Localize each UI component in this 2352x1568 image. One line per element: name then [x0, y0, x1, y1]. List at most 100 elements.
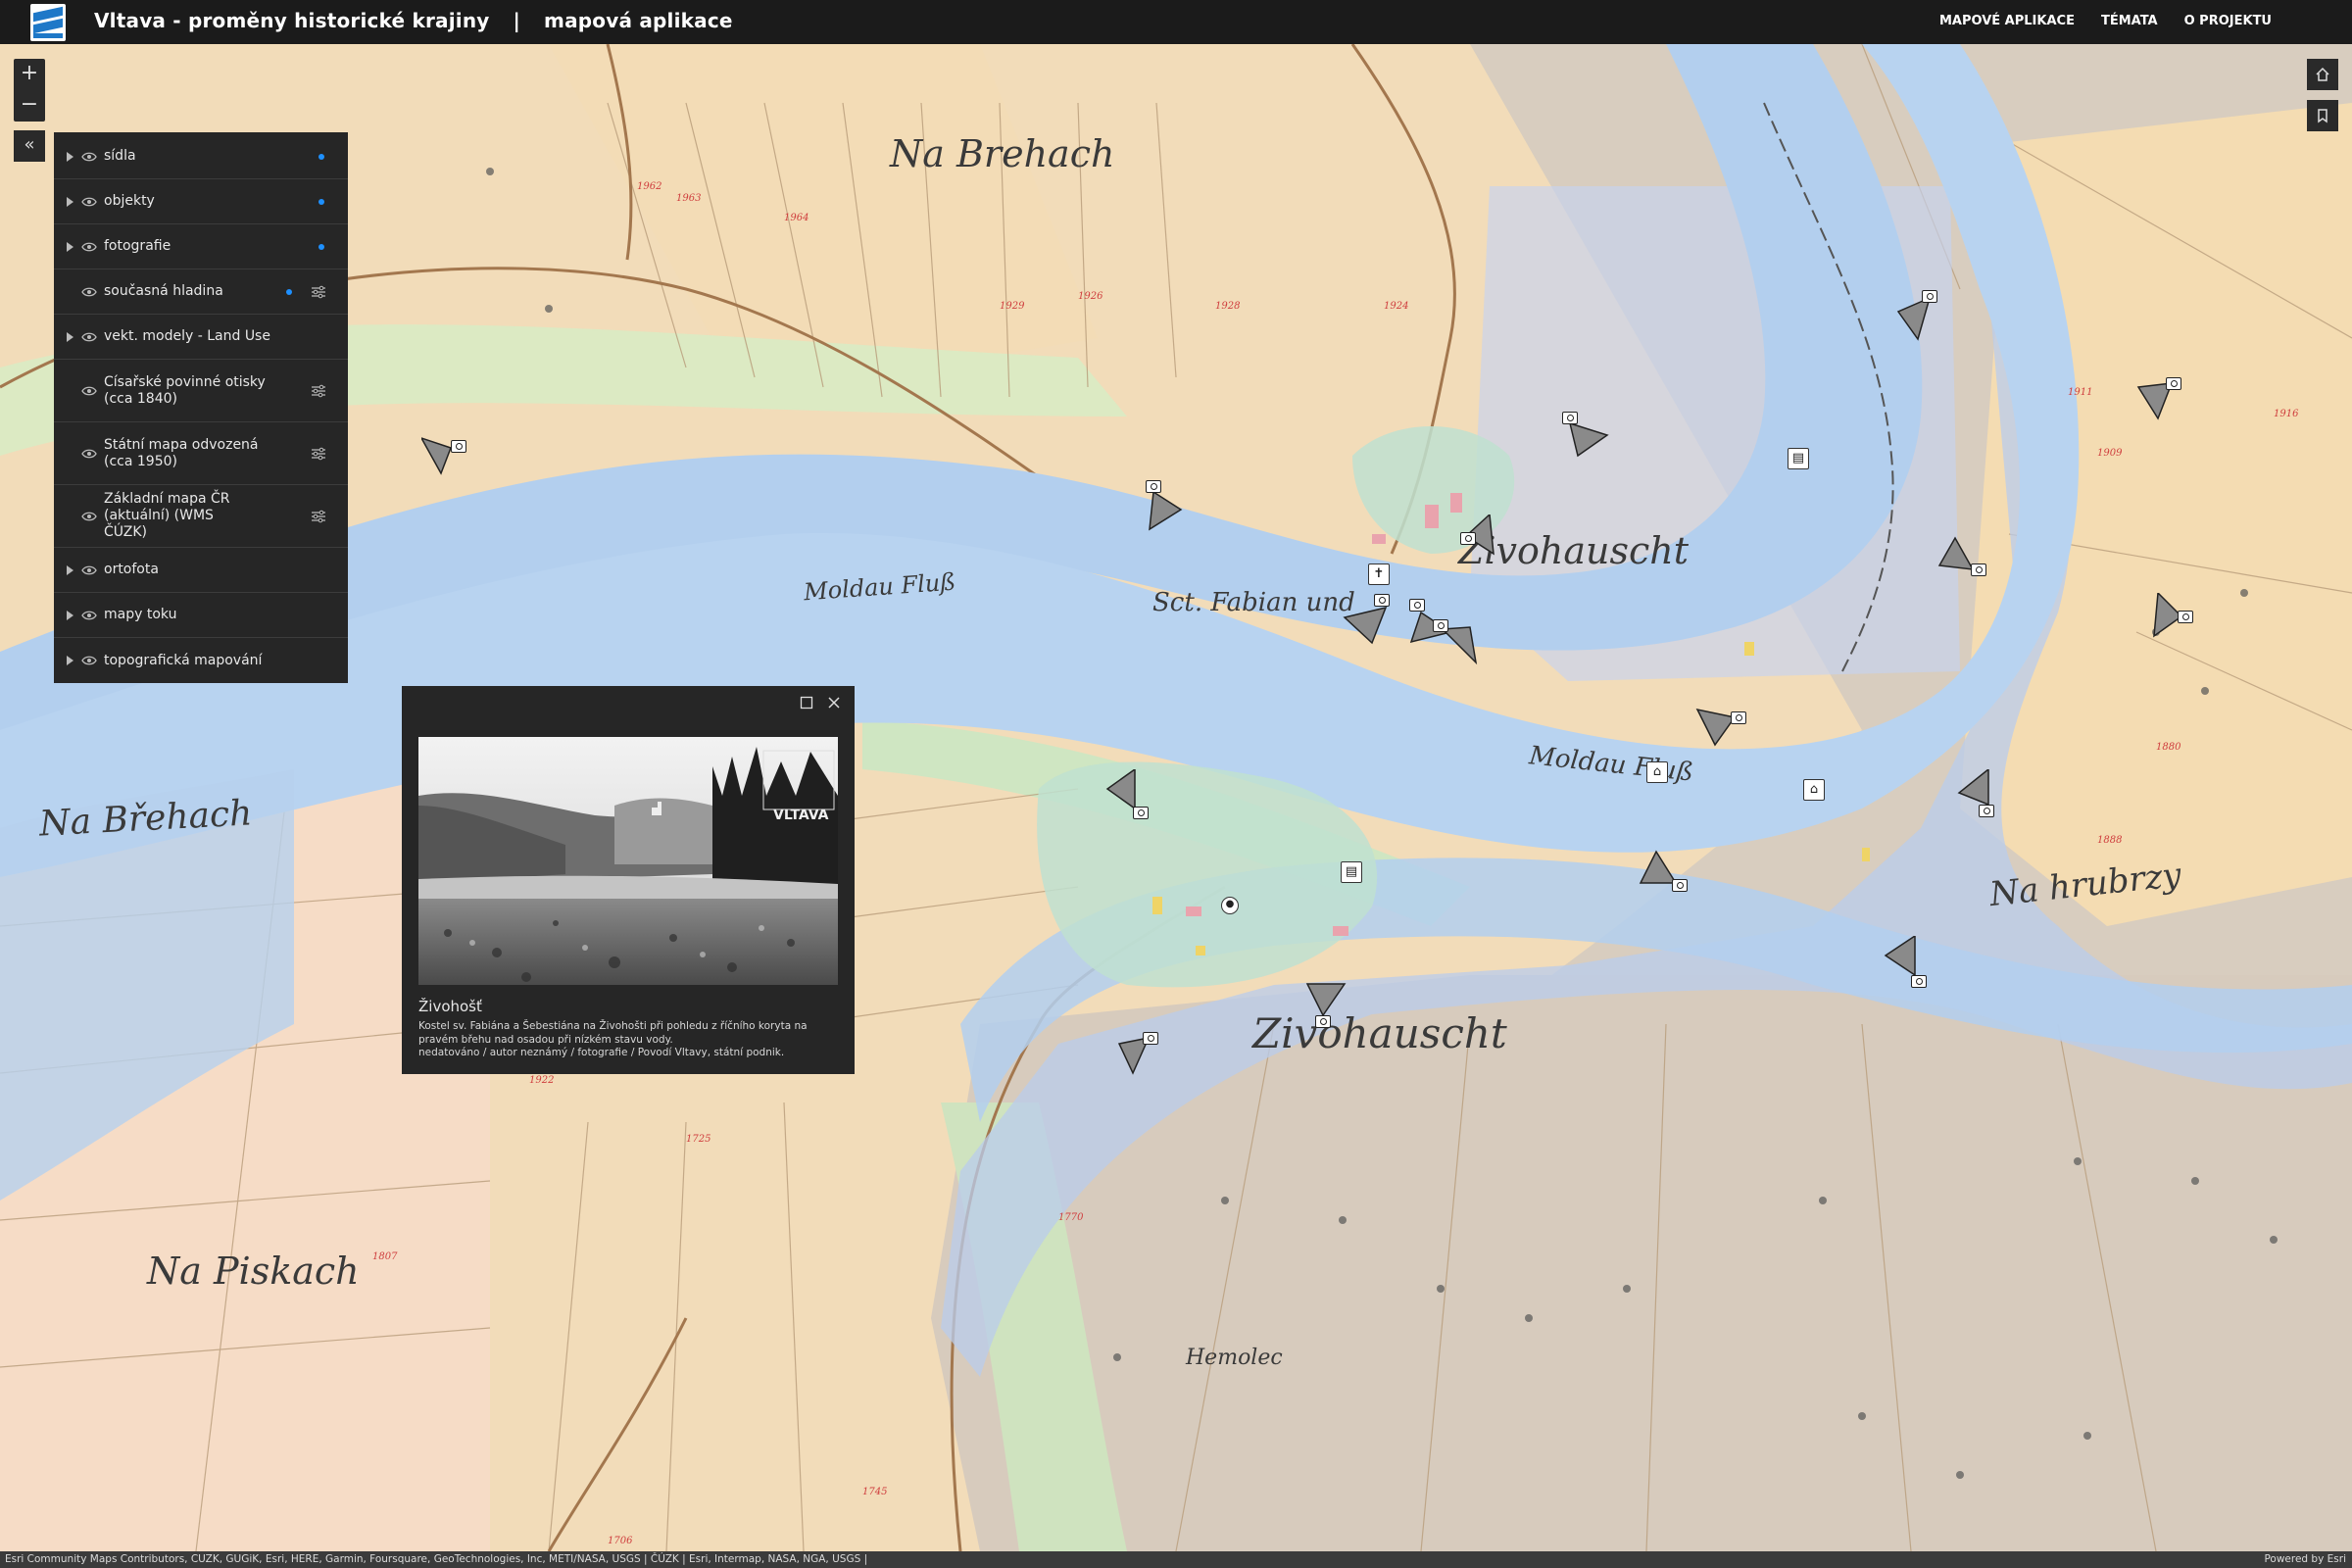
- svg-text:1706: 1706: [608, 1536, 633, 1546]
- location-marker[interactable]: ●: [1221, 897, 1239, 914]
- collapse-panel-button[interactable]: «: [14, 130, 45, 162]
- popup-title: Živohošť: [418, 998, 482, 1015]
- nav-o-projektu[interactable]: O PROJEKTU: [2184, 14, 2272, 28]
- popup-photo[interactable]: VLTAVA: [418, 737, 838, 985]
- popup-description: Kostel sv. Fabiána a Šebestiána na Živoh…: [418, 1020, 840, 1060]
- photo-marker[interactable]: [1695, 696, 1754, 759]
- photo-popup: VLTAVA Živohošť Kostel sv. Fabiána a Šeb…: [402, 686, 855, 1074]
- eye-icon[interactable]: [81, 565, 97, 575]
- eye-icon[interactable]: [81, 512, 97, 521]
- svg-text:1909: 1909: [2097, 448, 2123, 459]
- expand-caret-icon[interactable]: [67, 196, 74, 207]
- layer-list-panel: sídla objekty fotografie současná hladin…: [54, 132, 348, 683]
- zoom-out-button[interactable]: −: [14, 90, 45, 122]
- photo-marker[interactable]: [1936, 534, 1994, 597]
- home-button[interactable]: [2307, 59, 2338, 90]
- layer-fotografie[interactable]: fotografie: [54, 224, 348, 270]
- eye-icon[interactable]: [81, 332, 97, 342]
- layer-label: Císařské povinné otisky (cca 1840): [104, 373, 266, 407]
- photo-marker[interactable]: [1105, 767, 1164, 832]
- maximize-icon[interactable]: [800, 696, 813, 710]
- photo-marker[interactable]: [1460, 513, 1509, 577]
- svg-text:1807: 1807: [372, 1251, 398, 1262]
- shelter-marker[interactable]: ⌂: [1646, 761, 1668, 783]
- nav-mapove-aplikace[interactable]: MAPOVÉ APLIKACE: [1939, 14, 2075, 28]
- app-title: Vltava - proměny historické krajiny | mapo…: [94, 9, 733, 32]
- photo-marker[interactable]: [1882, 934, 1940, 999]
- photo-marker[interactable]: [1117, 1024, 1176, 1087]
- svg-text:1880: 1880: [2156, 742, 2181, 753]
- photo-marker[interactable]: [419, 426, 480, 479]
- nav-temata[interactable]: TÉMATA: [2101, 14, 2158, 28]
- map-label-hemolec: Hemolec: [1186, 1346, 1283, 1370]
- layer-options-icon[interactable]: [311, 384, 326, 398]
- eye-icon[interactable]: [81, 287, 97, 297]
- close-icon[interactable]: [827, 696, 841, 710]
- layer-active-dot: [318, 198, 324, 205]
- photo-watermark: VLTAVA: [773, 808, 829, 823]
- photo-marker[interactable]: [1431, 617, 1490, 680]
- layer-zakladni-mapa[interactable]: Základní mapa ČR (aktuální) (WMS ČÚZK): [54, 485, 348, 548]
- powered-by-esri[interactable]: Powered by Esri: [2264, 1551, 2346, 1568]
- eye-icon[interactable]: [81, 656, 97, 665]
- layer-label: topografická mapování: [104, 652, 263, 668]
- expand-caret-icon[interactable]: [67, 151, 74, 162]
- expand-caret-icon[interactable]: [67, 564, 74, 575]
- povodi-vltavy-logo[interactable]: [30, 4, 66, 41]
- layer-cisarske-otisky[interactable]: Císařské povinné otisky (cca 1840): [54, 360, 348, 422]
- building-marker[interactable]: ▤: [1341, 861, 1362, 883]
- svg-text:1888: 1888: [2097, 835, 2122, 846]
- map-attribution: Esri Community Maps Contributors, CUZK, …: [0, 1551, 2352, 1568]
- svg-text:1963: 1963: [676, 193, 701, 204]
- building-marker[interactable]: ▤: [1788, 448, 1809, 469]
- layer-options-icon[interactable]: [311, 510, 326, 523]
- photo-marker[interactable]: [1558, 412, 1617, 474]
- photo-marker[interactable]: [1303, 980, 1362, 1043]
- expand-caret-icon[interactable]: [67, 610, 74, 620]
- eye-icon[interactable]: [81, 242, 97, 252]
- eye-icon[interactable]: [81, 386, 97, 396]
- layer-mapy-toku[interactable]: mapy toku: [54, 593, 348, 638]
- expand-caret-icon[interactable]: [67, 656, 74, 665]
- home-icon: [2316, 67, 2329, 81]
- bookmarks-button[interactable]: [2307, 100, 2338, 131]
- layer-sidla[interactable]: sídla: [54, 134, 348, 179]
- zoom-in-button[interactable]: +: [14, 59, 45, 90]
- photo-marker[interactable]: [1142, 480, 1191, 543]
- top-nav: MAPOVÉ APLIKACE TÉMATA O PROJEKTU: [1939, 14, 2272, 28]
- expand-caret-icon[interactable]: [67, 241, 74, 252]
- eye-icon[interactable]: [81, 197, 97, 207]
- layer-label: vekt. modely - Land Use: [104, 328, 270, 344]
- layer-soucasna-hladina[interactable]: současná hladina: [54, 270, 348, 315]
- layer-label: objekty: [104, 193, 155, 209]
- photo-marker[interactable]: [1637, 848, 1695, 910]
- svg-text:1929: 1929: [1000, 301, 1025, 312]
- house-marker[interactable]: ⌂: [1803, 779, 1825, 801]
- layer-statni-mapa[interactable]: Státní mapa odvozená (cca 1950): [54, 422, 348, 485]
- photo-marker[interactable]: [1955, 767, 2014, 832]
- layer-options-icon[interactable]: [311, 285, 326, 299]
- layer-objekty[interactable]: objekty: [54, 179, 348, 224]
- photo-marker[interactable]: [2146, 591, 2205, 656]
- photo-marker[interactable]: [1343, 588, 1401, 651]
- layer-land-use[interactable]: vekt. modely - Land Use: [54, 315, 348, 360]
- layer-options-icon[interactable]: [311, 447, 326, 461]
- layer-active-dot: [318, 153, 324, 160]
- layer-label: sídla: [104, 148, 136, 164]
- svg-text:1922: 1922: [529, 1075, 554, 1086]
- expand-caret-icon[interactable]: [67, 331, 74, 342]
- svg-text:1745: 1745: [862, 1487, 887, 1497]
- map-view[interactable]: 1962 1963 1964 1929 1926 1928 1924 1911 1916 1…: [0, 44, 2352, 1551]
- app-title-main: Vltava - proměny historické krajiny: [94, 9, 490, 32]
- layer-ortofota[interactable]: ortofota: [54, 548, 348, 593]
- eye-icon[interactable]: [81, 152, 97, 162]
- layer-active-dot: [318, 243, 324, 250]
- photo-marker[interactable]: [2136, 368, 2195, 430]
- photo-marker[interactable]: [1896, 284, 1955, 347]
- church-marker[interactable]: ✝: [1368, 564, 1390, 585]
- layer-topograficka-mapovani[interactable]: topografická mapování: [54, 638, 348, 683]
- svg-text:1928: 1928: [1215, 301, 1240, 312]
- eye-icon[interactable]: [81, 449, 97, 459]
- eye-icon[interactable]: [81, 611, 97, 620]
- attribution-text[interactable]: Esri Community Maps Contributors, CUZK, …: [5, 1553, 867, 1565]
